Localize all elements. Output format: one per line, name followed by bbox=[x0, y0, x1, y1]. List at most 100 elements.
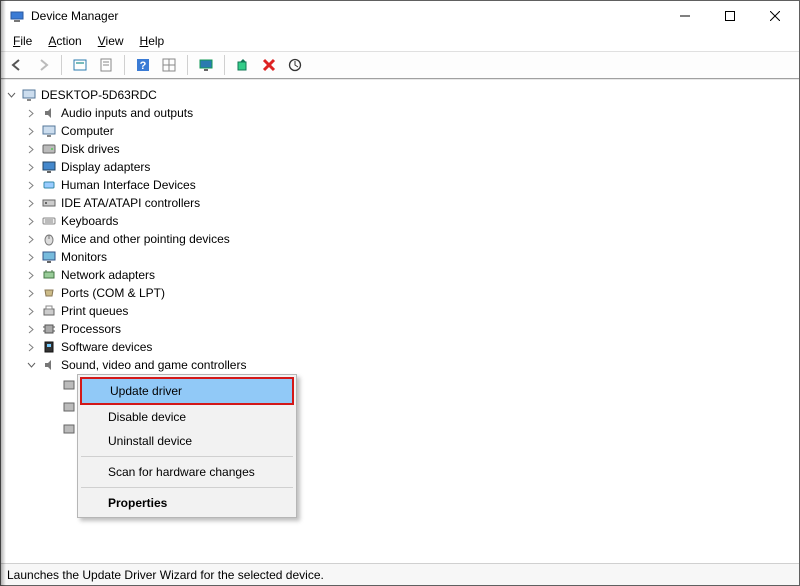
close-button[interactable] bbox=[752, 2, 797, 30]
category-icon bbox=[41, 213, 57, 229]
category-label: Network adapters bbox=[61, 268, 155, 282]
category-label: Display adapters bbox=[61, 160, 150, 174]
chevron-icon[interactable] bbox=[25, 287, 37, 299]
menu-action[interactable]: Action bbox=[42, 33, 87, 49]
category-icon bbox=[41, 357, 57, 373]
minimize-button[interactable] bbox=[662, 2, 707, 30]
chevron-down-icon[interactable] bbox=[5, 89, 17, 101]
scan-button[interactable] bbox=[283, 53, 307, 77]
adapter-icon bbox=[61, 399, 77, 415]
tree-category[interactable]: Keyboards bbox=[25, 212, 797, 230]
tree-category[interactable]: Monitors bbox=[25, 248, 797, 266]
category-icon bbox=[41, 195, 57, 211]
category-icon bbox=[41, 231, 57, 247]
category-icon bbox=[41, 177, 57, 193]
ctx-update-driver[interactable]: Update driver bbox=[80, 377, 294, 405]
tree-category[interactable]: Software devices bbox=[25, 338, 797, 356]
category-icon bbox=[41, 267, 57, 283]
tree-category[interactable]: Disk drives bbox=[25, 140, 797, 158]
computer-icon bbox=[21, 87, 37, 103]
category-label: Processors bbox=[61, 322, 121, 336]
category-label: Human Interface Devices bbox=[61, 178, 196, 192]
menu-help[interactable]: Help bbox=[134, 33, 171, 49]
remove-button[interactable] bbox=[257, 53, 281, 77]
category-icon bbox=[41, 105, 57, 121]
menu-view[interactable]: View bbox=[92, 33, 130, 49]
chevron-icon[interactable] bbox=[45, 379, 57, 391]
chevron-icon[interactable] bbox=[25, 341, 37, 353]
tree-category[interactable]: Network adapters bbox=[25, 266, 797, 284]
tree-category[interactable]: IDE ATA/ATAPI controllers bbox=[25, 194, 797, 212]
category-label: Mice and other pointing devices bbox=[61, 232, 230, 246]
svg-text:?: ? bbox=[140, 60, 147, 72]
tree-category[interactable]: Mice and other pointing devices bbox=[25, 230, 797, 248]
properties-button[interactable] bbox=[94, 53, 118, 77]
tree-category[interactable]: Computer bbox=[25, 122, 797, 140]
ctx-separator bbox=[81, 456, 293, 457]
ctx-uninstall-device[interactable]: Uninstall device bbox=[80, 429, 294, 453]
ctx-separator bbox=[81, 487, 293, 488]
statusbar: Launches the Update Driver Wizard for th… bbox=[1, 563, 799, 585]
category-label: Sound, video and game controllers bbox=[61, 358, 246, 372]
update-driver-button[interactable] bbox=[231, 53, 255, 77]
tree-category[interactable]: Print queues bbox=[25, 302, 797, 320]
context-menu: Update driver Disable device Uninstall d… bbox=[77, 374, 297, 518]
category-icon bbox=[41, 321, 57, 337]
forward-button[interactable] bbox=[31, 53, 55, 77]
chevron-icon[interactable] bbox=[25, 233, 37, 245]
help-button[interactable]: ? bbox=[131, 53, 155, 77]
category-icon bbox=[41, 123, 57, 139]
chevron-icon[interactable] bbox=[25, 269, 37, 281]
chevron-icon[interactable] bbox=[25, 161, 37, 173]
tree-category[interactable]: Ports (COM & LPT) bbox=[25, 284, 797, 302]
show-hidden-button[interactable] bbox=[68, 53, 92, 77]
tree-category[interactable]: Processors bbox=[25, 320, 797, 338]
category-label: Print queues bbox=[61, 304, 128, 318]
category-label: Disk drives bbox=[61, 142, 120, 156]
chevron-icon[interactable] bbox=[25, 125, 37, 137]
chevron-icon[interactable] bbox=[25, 323, 37, 335]
tree-category[interactable]: Audio inputs and outputs bbox=[25, 104, 797, 122]
chevron-icon[interactable] bbox=[25, 215, 37, 227]
maximize-button[interactable] bbox=[707, 2, 752, 30]
chevron-icon[interactable] bbox=[25, 107, 37, 119]
category-label: Audio inputs and outputs bbox=[61, 106, 193, 120]
chevron-icon[interactable] bbox=[45, 401, 57, 413]
category-icon bbox=[41, 159, 57, 175]
back-button[interactable] bbox=[5, 53, 29, 77]
app-icon bbox=[9, 8, 25, 24]
category-icon bbox=[41, 339, 57, 355]
tree-root[interactable]: DESKTOP-5D63RDC bbox=[5, 86, 797, 104]
menu-file[interactable]: File bbox=[7, 33, 38, 49]
window-title: Device Manager bbox=[31, 9, 118, 23]
chevron-icon[interactable] bbox=[25, 179, 37, 191]
tree-category[interactable]: Human Interface Devices bbox=[25, 176, 797, 194]
chevron-icon[interactable] bbox=[25, 143, 37, 155]
category-label: IDE ATA/ATAPI controllers bbox=[61, 196, 200, 210]
chevron-icon[interactable] bbox=[25, 197, 37, 209]
chevron-icon[interactable] bbox=[25, 359, 37, 371]
device-manager-window: Device Manager File Action View Help ? bbox=[0, 0, 800, 586]
ctx-properties[interactable]: Properties bbox=[80, 491, 294, 515]
menubar: File Action View Help bbox=[1, 31, 799, 51]
tree-category[interactable]: Display adapters bbox=[25, 158, 797, 176]
chevron-icon[interactable] bbox=[25, 251, 37, 263]
category-icon bbox=[41, 249, 57, 265]
tree-category[interactable]: Sound, video and game controllers bbox=[25, 356, 797, 374]
chevron-icon[interactable] bbox=[45, 423, 57, 435]
category-icon bbox=[41, 303, 57, 319]
monitor-button[interactable] bbox=[194, 53, 218, 77]
ctx-scan-hardware[interactable]: Scan for hardware changes bbox=[80, 460, 294, 484]
chevron-icon[interactable] bbox=[25, 305, 37, 317]
tree-panel[interactable]: DESKTOP-5D63RDC Audio inputs and outputs… bbox=[1, 79, 799, 563]
category-label: Ports (COM & LPT) bbox=[61, 286, 165, 300]
titlebar: Device Manager bbox=[1, 1, 799, 31]
statusbar-text: Launches the Update Driver Wizard for th… bbox=[7, 568, 324, 582]
toolbar: ? bbox=[1, 51, 799, 79]
usb-icon bbox=[61, 421, 77, 437]
category-label: Keyboards bbox=[61, 214, 118, 228]
grid-button[interactable] bbox=[157, 53, 181, 77]
category-label: Software devices bbox=[61, 340, 152, 354]
ctx-disable-device[interactable]: Disable device bbox=[80, 405, 294, 429]
category-icon bbox=[41, 141, 57, 157]
